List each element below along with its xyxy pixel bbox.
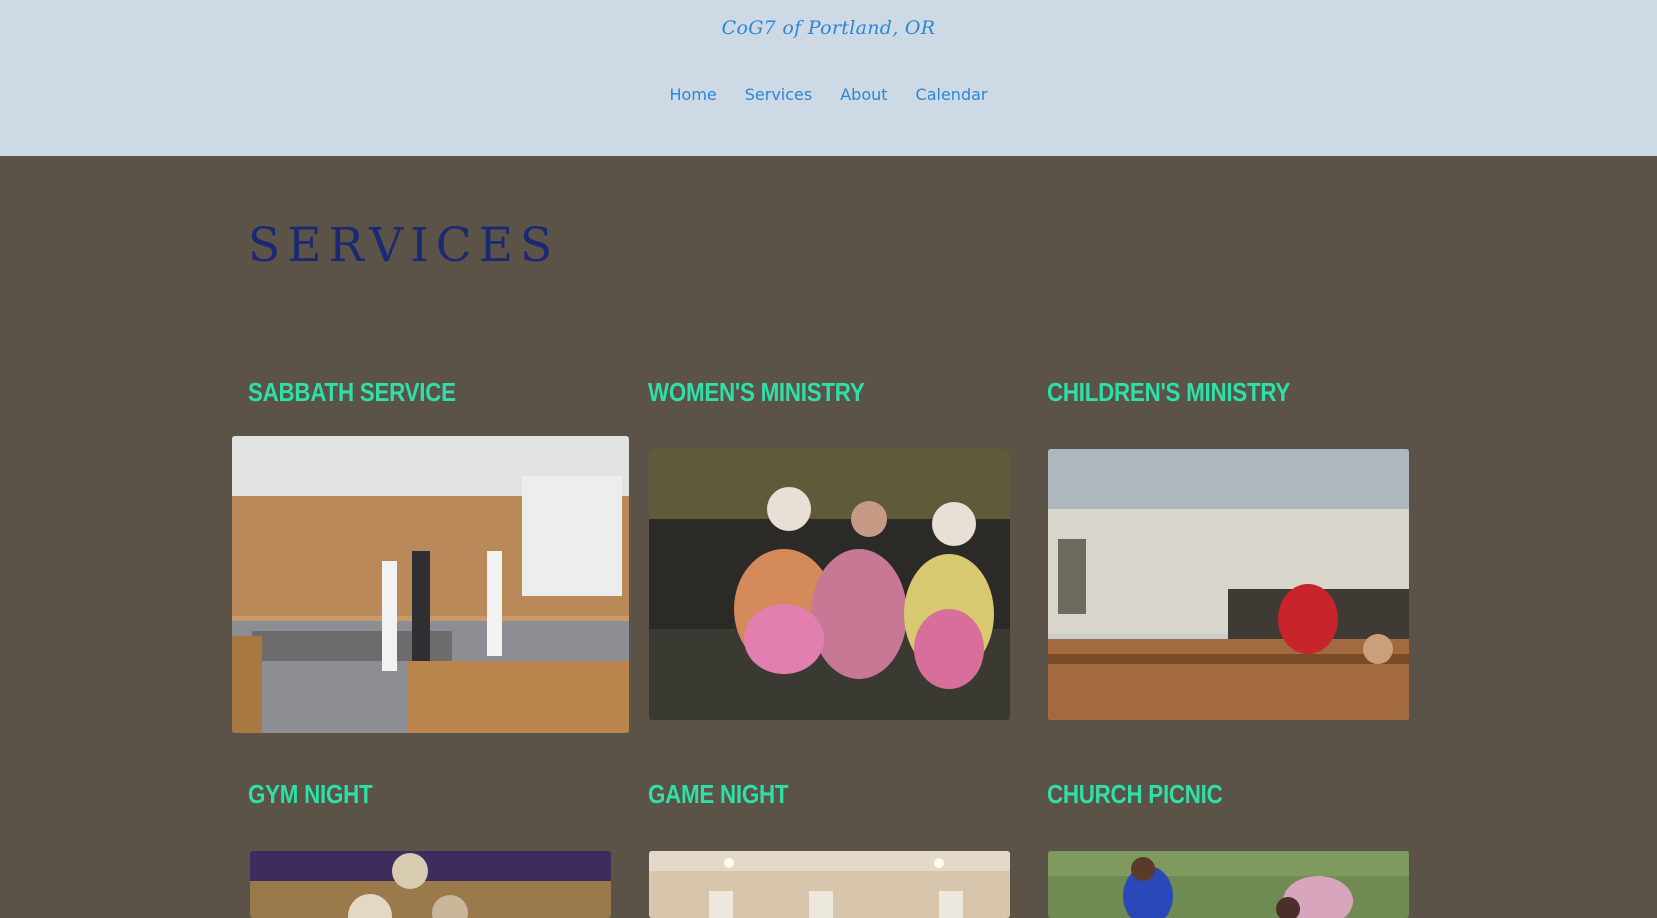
service-title-game: GAME NIGHT	[648, 779, 789, 809]
site-header: CoG7 of Portland, OR Home Services About…	[0, 0, 1657, 156]
service-title-sabbath: SABBATH SERVICE	[248, 377, 456, 407]
main-content: SERVICES SABBATH SERVICE WOMEN'S MINISTR…	[0, 156, 1657, 918]
service-title-childrens: CHILDREN'S MINISTRY	[1047, 377, 1291, 407]
service-title-womens: WOMEN'S MINISTRY	[648, 377, 865, 407]
picnic-lawn-photo[interactable]	[1048, 851, 1409, 918]
main-nav: Home Services About Calendar	[0, 85, 1657, 104]
children-pews-photo[interactable]	[1048, 449, 1409, 720]
page-title: SERVICES	[248, 218, 560, 273]
game-room-photo[interactable]	[649, 851, 1010, 918]
church-sanctuary-photo[interactable]	[232, 436, 629, 733]
gym-photo[interactable]	[250, 851, 611, 918]
nav-about[interactable]: About	[840, 85, 887, 104]
service-title-picnic: CHURCH PICNIC	[1047, 779, 1223, 809]
nav-calendar[interactable]: Calendar	[916, 85, 988, 104]
nav-home[interactable]: Home	[670, 85, 717, 104]
costumed-women-photo[interactable]	[649, 449, 1010, 720]
site-title[interactable]: CoG7 of Portland, OR	[0, 17, 1657, 39]
nav-services[interactable]: Services	[745, 85, 812, 104]
service-title-gym: GYM NIGHT	[248, 779, 373, 809]
